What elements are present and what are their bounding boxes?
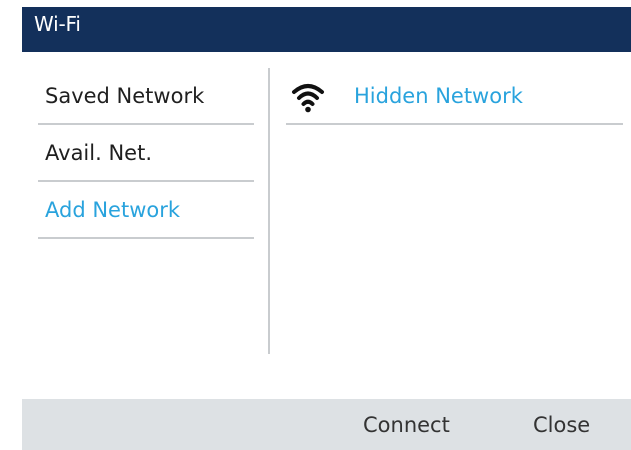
wifi-icon [290,80,326,114]
page-title: Wi-Fi [34,12,81,36]
title-bar: Wi-Fi [22,7,631,52]
network-list: Hidden Network [286,68,623,125]
sidebar-item-add-network[interactable]: Add Network [38,182,254,239]
close-button[interactable]: Close [533,412,590,438]
sidebar-item-saved-network[interactable]: Saved Network [38,68,254,125]
sidebar: Saved Network Avail. Net. Add Network [38,68,254,239]
vertical-divider [268,68,270,354]
wifi-screen: Wi-Fi Saved Network Avail. Net. Add Netw… [0,0,631,450]
softkey-bar: Connect Close [22,399,631,450]
connect-button[interactable]: Connect [363,412,450,438]
network-row-hidden-network[interactable]: Hidden Network [286,68,623,125]
sidebar-item-available-networks[interactable]: Avail. Net. [38,125,254,182]
network-name: Hidden Network [354,84,523,108]
